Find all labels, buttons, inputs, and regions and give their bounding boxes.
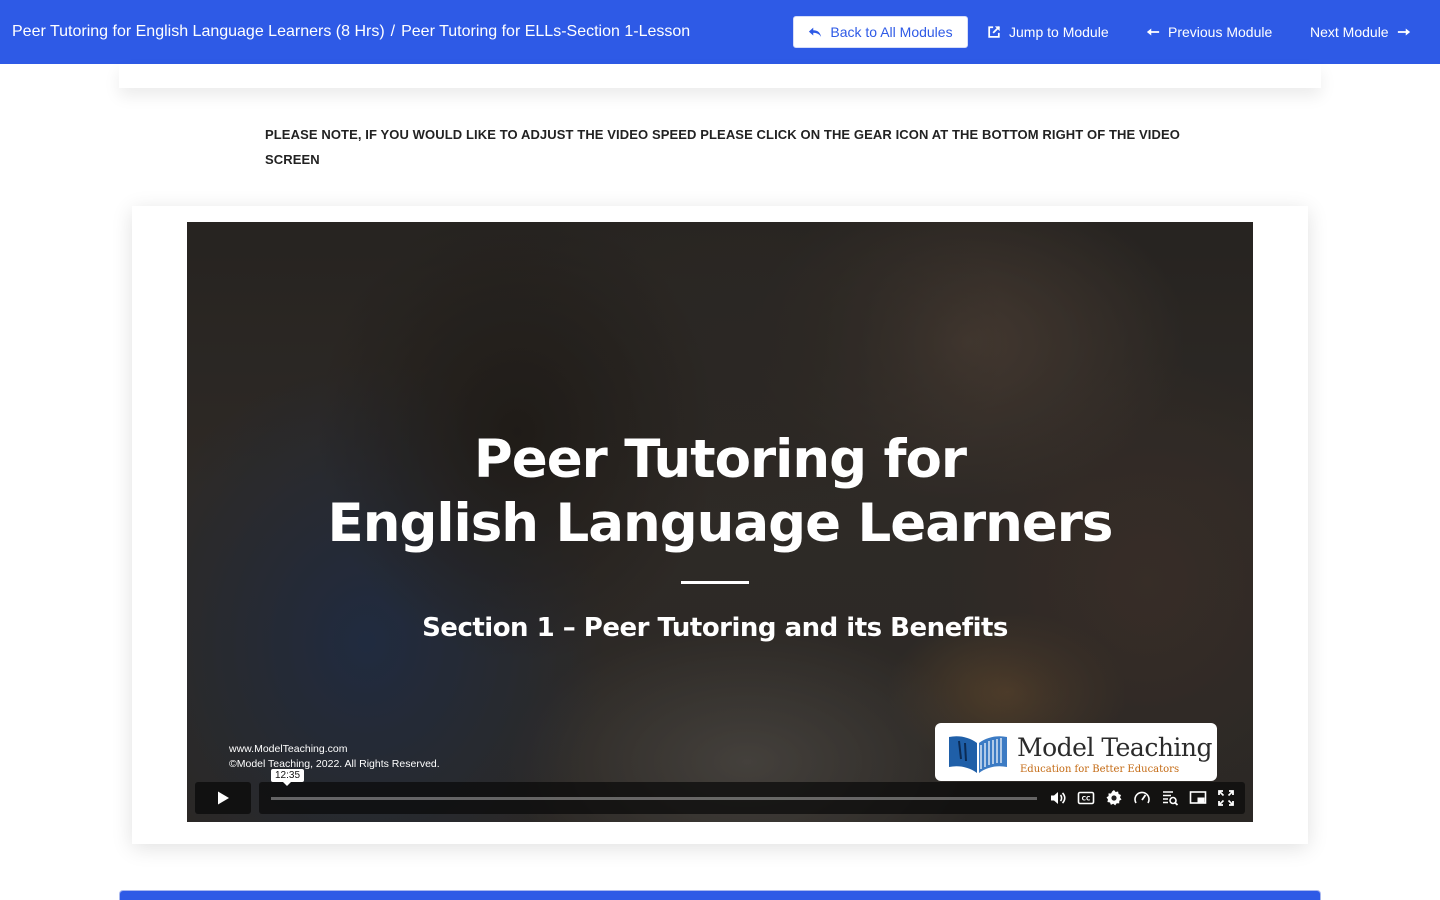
- next-module-button[interactable]: Next Module: [1310, 16, 1411, 48]
- video-speed-note: PLEASE NOTE, IF YOU WOULD LIKE TO ADJUST…: [265, 127, 1180, 167]
- slide-divider: [681, 581, 749, 584]
- slide-title-line-1: Peer Tutoring for: [473, 429, 967, 490]
- svg-text:CC: CC: [1082, 796, 1091, 803]
- transcript-search-button[interactable]: [1161, 789, 1179, 807]
- video-controls: 12:35 CC: [195, 769, 1245, 814]
- external-link-icon: [988, 26, 1000, 38]
- transcript-search-icon: [1163, 791, 1179, 806]
- slide-copyright-text: ©Model Teaching, 2022. All Rights Reserv…: [229, 758, 440, 770]
- progress-bar[interactable]: 12:35: [271, 769, 1037, 800]
- back-to-all-modules-label: Back to All Modules: [830, 24, 953, 40]
- logo-name: Model Teaching: [1017, 733, 1213, 762]
- speed-icon: [1134, 791, 1150, 804]
- arrow-right-icon: [1397, 28, 1410, 36]
- fullscreen-button[interactable]: [1217, 789, 1235, 807]
- playback-speed-button[interactable]: [1133, 789, 1151, 807]
- captions-button[interactable]: CC: [1077, 789, 1095, 807]
- content-card-top: [119, 64, 1321, 88]
- logo-tagline: Education for Better Educators: [1020, 764, 1180, 775]
- breadcrumb: Peer Tutoring for English Language Learn…: [12, 0, 690, 64]
- breadcrumb-course[interactable]: Peer Tutoring for English Language Learn…: [12, 23, 385, 41]
- model-teaching-logo: Model Teaching Education for Better Educ…: [935, 723, 1217, 781]
- reply-arrow-icon: [809, 27, 822, 37]
- top-nav-bar: Peer Tutoring for English Language Learn…: [0, 0, 1440, 64]
- volume-icon: [1051, 792, 1066, 804]
- picture-in-picture-icon: [1189, 791, 1207, 804]
- gear-icon: [1106, 790, 1122, 806]
- jump-to-module-button[interactable]: Jump to Module: [987, 16, 1109, 48]
- breadcrumb-separator: /: [390, 23, 396, 40]
- slide-title-line-2: English Language Learners: [327, 493, 1114, 554]
- video-player[interactable]: Peer Tutoring for English Language Learn…: [187, 222, 1253, 822]
- volume-button[interactable]: [1049, 789, 1067, 807]
- slide-subtitle: Section 1 – Peer Tutoring and its Benefi…: [422, 613, 1008, 643]
- next-section-bar: [119, 890, 1321, 900]
- arrow-left-icon: [1146, 28, 1160, 36]
- play-icon: [218, 791, 229, 805]
- play-button[interactable]: [195, 782, 251, 814]
- slide-copyright: www.ModelTeaching.com ©Model Teaching, 2…: [229, 742, 440, 772]
- previous-module-label: Previous Module: [1168, 24, 1273, 40]
- picture-in-picture-button[interactable]: [1189, 789, 1207, 807]
- breadcrumb-lesson: Peer Tutoring for ELLs-Section 1-Lesson: [401, 23, 691, 40]
- back-to-all-modules-button[interactable]: Back to All Modules: [793, 16, 968, 48]
- next-module-label: Next Module: [1310, 24, 1389, 40]
- control-bar: 12:35 CC: [259, 769, 1245, 814]
- settings-button[interactable]: [1105, 789, 1123, 807]
- slide-website: www.ModelTeaching.com: [229, 743, 348, 755]
- duration-tooltip: 12:35: [271, 769, 305, 786]
- fullscreen-icon: [1218, 790, 1234, 806]
- captions-icon: CC: [1077, 791, 1095, 805]
- control-icons: CC: [1049, 782, 1235, 814]
- book-logo-icon: [949, 736, 1007, 773]
- previous-module-button[interactable]: Previous Module: [1146, 16, 1272, 48]
- jump-to-module-label: Jump to Module: [1009, 24, 1109, 40]
